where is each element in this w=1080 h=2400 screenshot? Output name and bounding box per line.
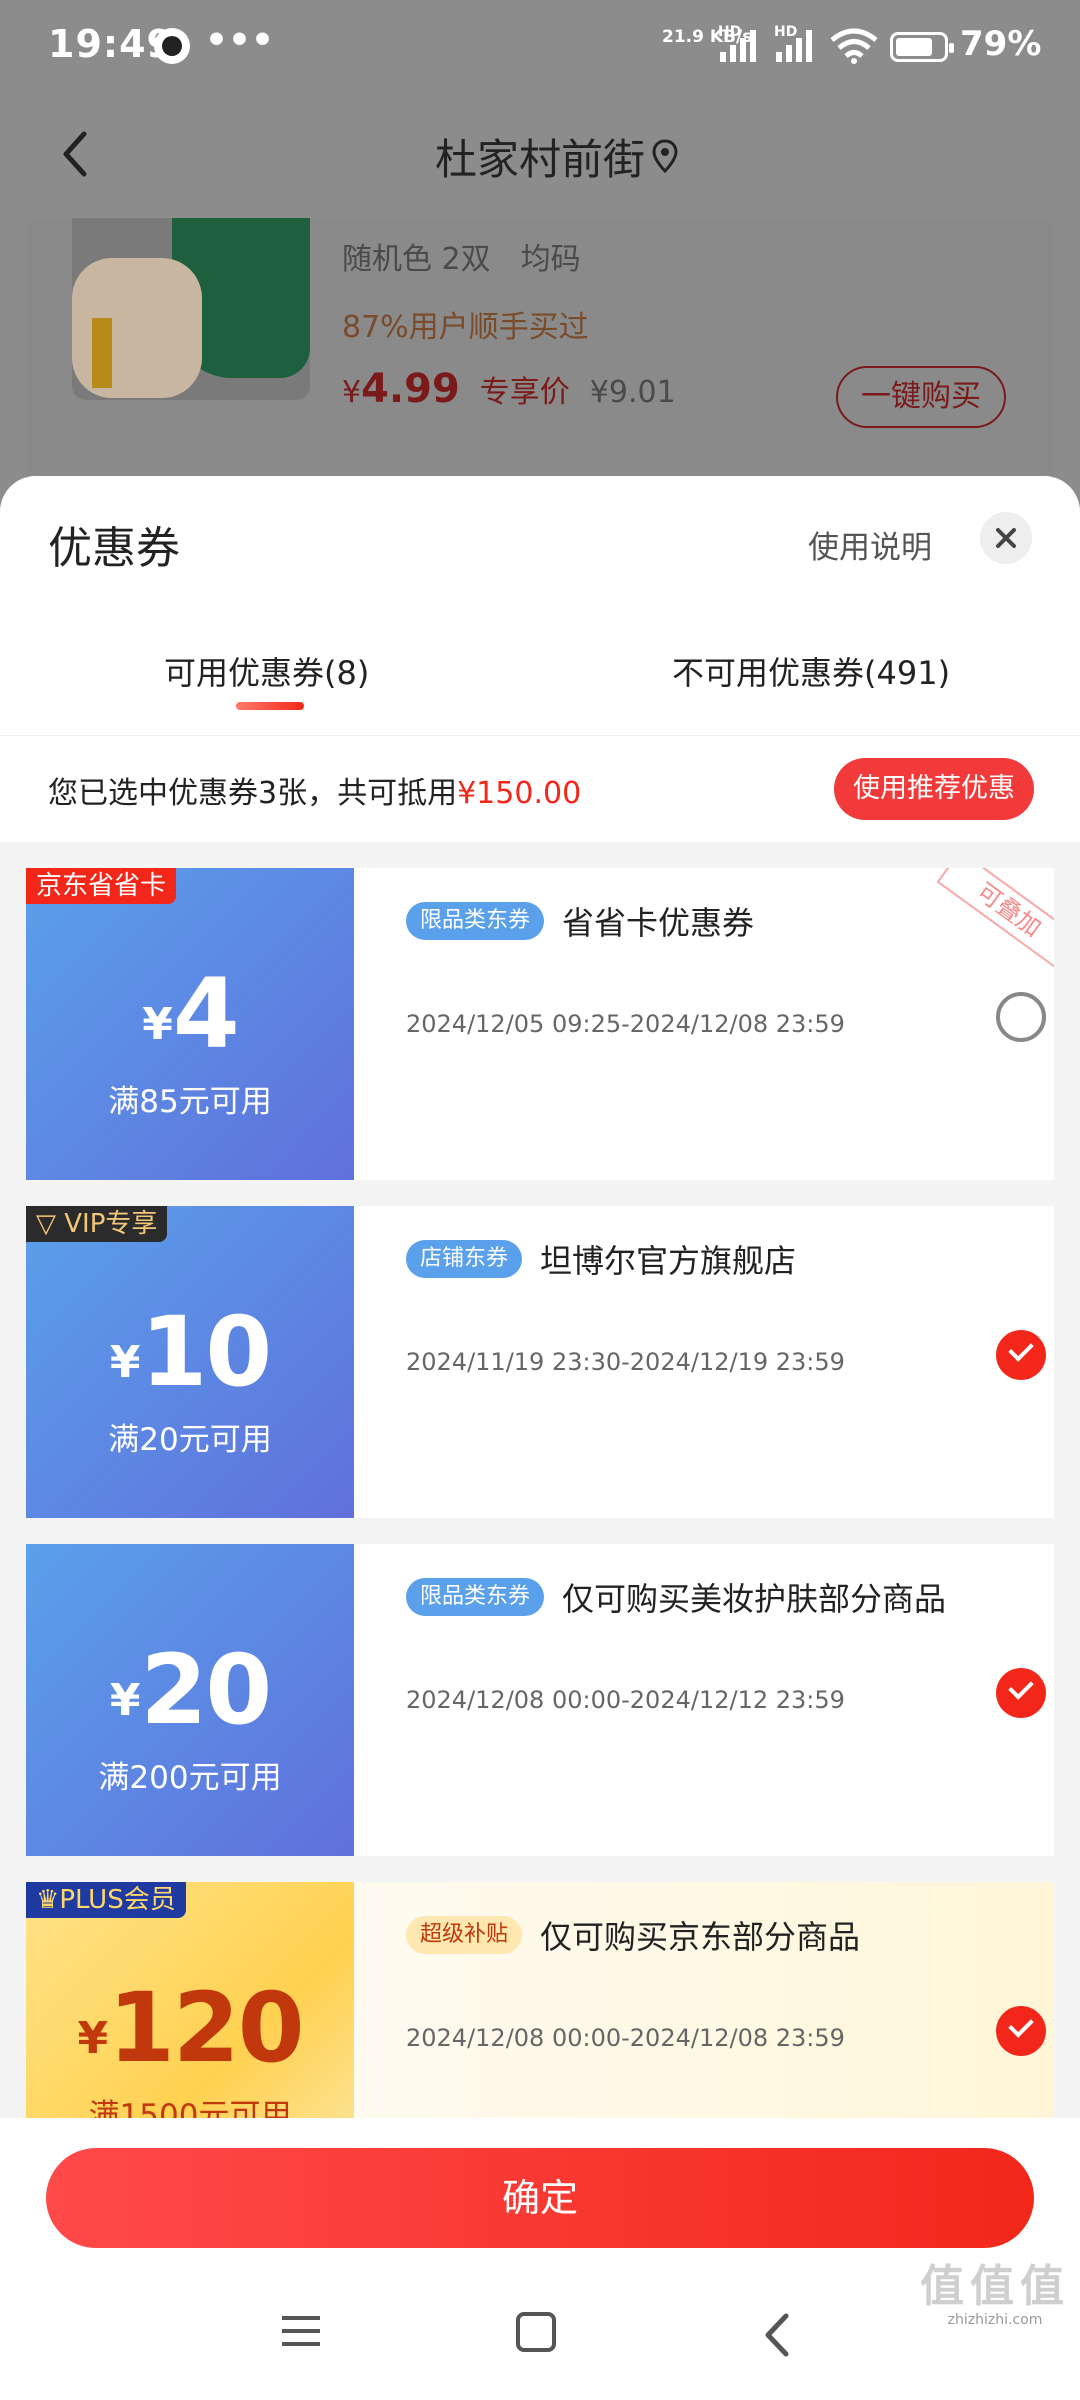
stackable-stamp: 可叠加 [936,868,1054,971]
page-title: 杜家村前街 [434,135,645,184]
sheet-title: 优惠券 [48,523,180,574]
coupon-corner-badge: 京东省省卡 [26,868,177,904]
coupon-validity: 2024/12/05 09:25-2024/12/08 23:59 [406,1010,845,1038]
coupon-amount: 10 [140,1296,273,1408]
watermark-url: zhizhizhi.com [947,2312,1043,2328]
coupon-value-panel: 京东省省卡 ¥4 满85元可用 [26,868,354,1180]
battery-icon [890,32,954,62]
product-spec: 随机色 2双 均码 [342,242,581,277]
tab-unavailable-coupons[interactable]: 不可用优惠券(491) [672,648,950,694]
vip-icon: ▽ [36,1209,65,1239]
coupon-card[interactable]: ▽ VIP专享 ¥10 满20元可用 店铺东券 坦博尔官方旗舰店 2024/11/… [26,1206,1054,1518]
coupon-select-radio[interactable] [996,992,1046,1042]
product-price-line: ¥4.99 专享价 ¥9.01 [342,366,676,412]
watermark-logo: 值值值 [920,2261,1070,2312]
signal-icon-2 [776,28,812,62]
coupon-card[interactable]: 京东省省卡 ¥4 满85元可用 限品类东券 省省卡优惠券 2024/12/05 0… [26,868,1054,1180]
coupon-corner-badge: ▽ VIP专享 [26,1206,168,1242]
coupon-name: 坦博尔官方旗舰店 [540,1242,797,1280]
footer: 确定 值值值 zhizhizhi.com [0,2118,1080,2400]
coupon-sheet: 优惠券 使用说明 可用优惠券(8) 不可用优惠券(491) 您已选中优惠券3张，… [0,476,1080,2400]
coupon-amount: 120 [108,1972,304,2084]
price-tag: 专享价 [479,375,570,410]
usage-instructions-link[interactable]: 使用说明 [808,522,932,567]
coupon-card[interactable]: ¥20 满200元可用 限品类东券 仅可购买美妆护肤部分商品 2024/12/08… [26,1544,1054,1856]
coupon-amount: 4 [172,958,240,1070]
alarm-app-icon [154,28,190,64]
coupon-type-tag: 限品类东券 [406,1578,545,1616]
product-bought-rate: 87%用户顺手买过 [342,310,589,345]
home-icon[interactable] [516,2312,556,2352]
coupon-value-panel: ▽ VIP专享 ¥10 满20元可用 [26,1206,354,1518]
recent-apps-icon[interactable] [282,2316,320,2355]
status-bar: 19:49 ••• 21.9 KB/s HD HD 79% [0,0,1080,96]
coupon-name: 省省卡优惠券 [562,904,755,942]
summary-text: 您已选中优惠券3张，共可抵用¥150.00 [48,776,582,811]
system-nav-bar [0,2306,1080,2366]
close-icon[interactable] [980,512,1032,564]
coupon-list: 京东省省卡 ¥4 满85元可用 限品类东券 省省卡优惠券 2024/12/05 0… [26,868,1054,2220]
coupon-type-tag: 超级补贴 [406,1916,523,1954]
original-price: ¥9.01 [589,375,676,410]
tab-available-coupons[interactable]: 可用优惠券(8) [164,648,369,694]
location-pin-icon[interactable] [650,138,680,174]
use-recommended-button[interactable]: 使用推荐优惠 [834,758,1034,820]
active-tab-indicator [236,702,304,710]
product-card-background: 随机色 2双 均码 87%用户顺手买过 ¥4.99 专享价 ¥9.01 一键购买 [26,218,1054,478]
product-price: 4.99 [361,366,460,412]
coupon-validity: 2024/11/19 23:30-2024/12/19 23:59 [406,1348,845,1376]
confirm-button[interactable]: 确定 [46,2148,1034,2248]
top-nav: 杜家村前街 [0,96,1080,218]
battery-percent: 79% [960,24,1042,64]
one-click-buy-button[interactable]: 一键购买 [836,366,1006,428]
more-notifications-icon: ••• [205,20,275,61]
system-back-icon[interactable] [758,2310,798,2360]
selection-summary: 您已选中优惠券3张，共可抵用¥150.00 使用推荐优惠 [0,736,1080,842]
coupon-value-panel: ¥20 满200元可用 [26,1544,354,1856]
coupon-validity: 2024/12/08 00:00-2024/12/12 23:59 [406,1686,845,1714]
watermark: 值值值 zhizhizhi.com [920,2261,1070,2329]
coupon-info-panel: 限品类东券 省省卡优惠券 2024/12/05 09:25-2024/12/08 … [354,868,1054,1180]
crown-icon: ♛ [36,1885,60,1915]
coupon-type-tag: 店铺东券 [406,1240,523,1278]
coupon-info-panel: 限品类东券 仅可购买美妆护肤部分商品 2024/12/08 00:00-2024/… [354,1544,1054,1856]
coupon-name: 仅可购买美妆护肤部分商品 [562,1580,947,1618]
coupon-condition: 满200元可用 [98,1760,282,1796]
signal-icon-1 [720,28,756,62]
coupon-condition: 满85元可用 [108,1084,272,1120]
coupon-info-panel: 店铺东券 坦博尔官方旗舰店 2024/11/19 23:30-2024/12/19… [354,1206,1054,1518]
coupon-condition: 满20元可用 [108,1422,272,1458]
sheet-header: 优惠券 使用说明 可用优惠券(8) 不可用优惠券(491) [0,476,1080,736]
coupon-amount: 20 [140,1634,273,1746]
coupon-validity: 2024/12/08 00:00-2024/12/08 23:59 [406,2024,845,2052]
summary-amount: ¥150.00 [457,776,582,811]
wifi-icon [830,28,878,64]
coupon-selected-check-icon[interactable] [996,1330,1046,1380]
coupon-selected-check-icon[interactable] [996,2006,1046,2056]
product-image [72,218,310,400]
coupon-type-tag: 限品类东券 [406,902,545,940]
coupon-selected-check-icon[interactable] [996,1668,1046,1718]
coupon-name: 仅可购买京东部分商品 [540,1918,861,1956]
coupon-corner-badge: ♛PLUS会员 [26,1882,186,1918]
